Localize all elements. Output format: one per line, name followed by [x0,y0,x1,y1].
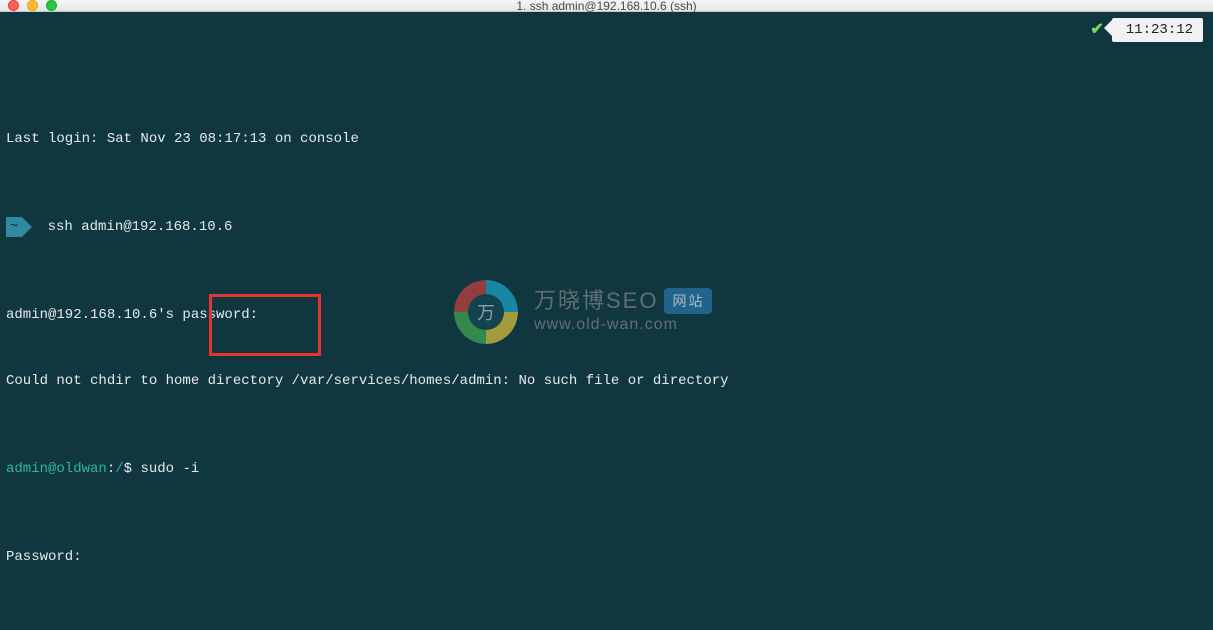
terminal-window: 1. ssh admin@192.168.10.6 (ssh) ✔ 11:23:… [0,0,1213,630]
password-prompt-line: admin@192.168.10.6's password: [6,304,1207,326]
admin-prompt-line: admin@oldwan:/$ sudo -i [6,458,1207,480]
prompt-badge: ~ [6,217,22,237]
last-login-line: Last login: Sat Nov 23 08:17:13 on conso… [6,128,1207,150]
status-pill: ✔ 11:23:12 [1090,18,1203,42]
ssh-cmd-text: ssh admin@192.168.10.6 [22,219,232,235]
admin-user: admin@oldwan [6,461,107,477]
time-badge: 11:23:12 [1112,18,1203,42]
chdir-error-line: Could not chdir to home directory /var/s… [6,370,1207,392]
password-line: Password: [6,546,1207,568]
close-icon[interactable] [8,0,19,11]
sudo-cmd: sudo -i [140,461,199,477]
check-icon: ✔ [1090,19,1103,41]
titlebar: 1. ssh admin@192.168.10.6 (ssh) [0,0,1213,12]
terminal-body[interactable]: ✔ 11:23:12 Last login: Sat Nov 23 08:17:… [0,12,1213,630]
minimize-icon[interactable] [27,0,38,11]
window-title: 1. ssh admin@192.168.10.6 (ssh) [0,0,1213,13]
admin-path: / [115,461,123,477]
ssh-command-line: ~ ssh admin@192.168.10.6 [6,216,1207,238]
traffic-lights [0,0,57,11]
maximize-icon[interactable] [46,0,57,11]
